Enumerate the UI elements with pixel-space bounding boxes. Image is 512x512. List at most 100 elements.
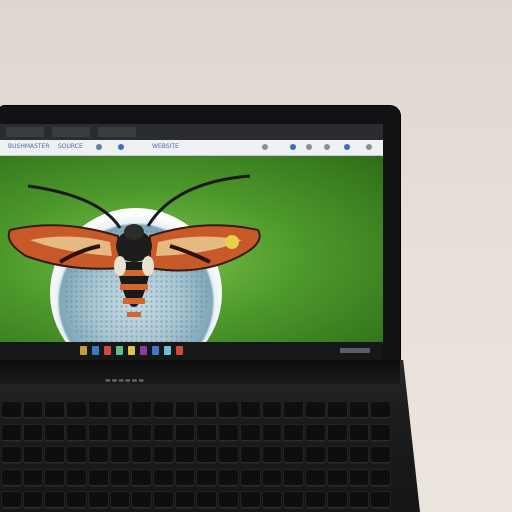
browser-tab[interactable] (52, 127, 90, 137)
keyboard-key[interactable] (327, 424, 347, 441)
keyboard-key[interactable] (219, 469, 238, 486)
keyboard-key[interactable] (23, 424, 43, 441)
keyboard-key[interactable] (154, 402, 173, 418)
keyboard-key[interactable] (219, 402, 238, 418)
taskbar-app-icon[interactable] (128, 346, 135, 355)
keyboard-key[interactable] (327, 447, 347, 464)
taskbar-app-icon[interactable] (176, 346, 183, 355)
keyboard-key[interactable] (175, 447, 195, 464)
keyboard-key[interactable] (306, 424, 325, 441)
keyboard-key[interactable] (23, 447, 43, 464)
keyboard-key[interactable] (349, 447, 369, 464)
keyboard-key[interactable] (284, 402, 304, 418)
keyboard-key[interactable] (219, 447, 238, 464)
address-bar-text[interactable]: WEBSITE (152, 142, 179, 152)
browser-tab[interactable] (98, 127, 136, 137)
keyboard-key[interactable] (306, 469, 325, 486)
keyboard-key[interactable] (2, 402, 21, 418)
keyboard-key[interactable] (110, 424, 130, 441)
keyboard-key[interactable] (154, 492, 173, 509)
keyboard-key[interactable] (219, 492, 238, 509)
keyboard-key[interactable] (110, 492, 130, 509)
keyboard-key[interactable] (45, 447, 65, 464)
keyboard-key[interactable] (45, 469, 65, 486)
settings-icon[interactable] (262, 144, 268, 150)
keyboard-key[interactable] (306, 492, 325, 509)
keyboard-key[interactable] (67, 402, 86, 418)
keyboard-key[interactable] (154, 469, 173, 486)
keyboard-key[interactable] (154, 447, 173, 464)
bookmark-text[interactable]: SOURCE (58, 142, 83, 152)
keyboard-key[interactable] (371, 492, 390, 509)
keyboard-key[interactable] (132, 402, 152, 418)
keyboard-key[interactable] (284, 447, 304, 464)
keyboard-key[interactable] (45, 402, 65, 418)
keyboard-key[interactable] (284, 469, 304, 486)
keyboard-key[interactable] (67, 492, 86, 509)
browser-tab[interactable] (6, 127, 44, 137)
keyboard-key[interactable] (240, 402, 260, 418)
taskbar-app-icon[interactable] (152, 346, 159, 355)
keyboard-key[interactable] (284, 424, 304, 441)
user-icon[interactable] (290, 144, 296, 150)
keyboard-key[interactable] (262, 424, 282, 441)
keyboard-key[interactable] (197, 402, 217, 418)
keyboard-key[interactable] (67, 424, 86, 441)
keyboard-key[interactable] (262, 447, 282, 464)
keyboard-key[interactable] (88, 447, 108, 464)
keyboard-key[interactable] (132, 469, 152, 486)
keyboard-key[interactable] (306, 402, 325, 418)
keyboard-key[interactable] (219, 424, 238, 441)
keyboard-key[interactable] (284, 492, 304, 509)
keyboard-key[interactable] (45, 492, 65, 509)
keyboard-key[interactable] (327, 402, 347, 418)
keyboard-key[interactable] (2, 492, 21, 509)
taskbar-app-icon[interactable] (104, 346, 111, 355)
keyboard-key[interactable] (154, 424, 173, 441)
keyboard-key[interactable] (197, 447, 217, 464)
extension-icon[interactable] (324, 144, 330, 150)
keyboard-key[interactable] (23, 469, 43, 486)
keyboard-key[interactable] (67, 469, 86, 486)
profile-icon[interactable] (344, 144, 350, 150)
keyboard-key[interactable] (175, 402, 195, 418)
keyboard-key[interactable] (240, 424, 260, 441)
keyboard-key[interactable] (2, 469, 21, 486)
keyboard-key[interactable] (197, 469, 217, 486)
keyboard-key[interactable] (371, 447, 390, 464)
keyboard-key[interactable] (349, 469, 369, 486)
keyboard-key[interactable] (306, 447, 325, 464)
keyboard-key[interactable] (175, 424, 195, 441)
menu-icon[interactable] (306, 144, 312, 150)
keyboard-key[interactable] (175, 469, 195, 486)
keyboard-key[interactable] (110, 447, 130, 464)
keyboard-key[interactable] (2, 447, 21, 464)
bookmark-text[interactable]: BUSHMASTER (8, 142, 50, 152)
keyboard-key[interactable] (23, 402, 43, 418)
more-icon[interactable] (366, 144, 372, 150)
keyboard-key[interactable] (23, 492, 43, 509)
keyboard-key[interactable] (240, 469, 260, 486)
keyboard-key[interactable] (88, 424, 108, 441)
keyboard-key[interactable] (240, 492, 260, 509)
taskbar-app-icon[interactable] (116, 346, 123, 355)
taskbar-app-icon[interactable] (140, 346, 147, 355)
search-icon[interactable] (118, 144, 124, 150)
keyboard-key[interactable] (132, 447, 152, 464)
keyboard-key[interactable] (327, 492, 347, 509)
keyboard-key[interactable] (88, 469, 108, 486)
taskbar-app-icon[interactable] (164, 346, 171, 355)
browser-back-icon[interactable] (96, 144, 102, 150)
keyboard-key[interactable] (45, 424, 65, 441)
keyboard-key[interactable] (2, 424, 21, 441)
keyboard-key[interactable] (262, 492, 282, 509)
system-tray[interactable] (340, 348, 370, 353)
keyboard-key[interactable] (371, 402, 390, 418)
keyboard-key[interactable] (175, 492, 195, 509)
keyboard-key[interactable] (132, 424, 152, 441)
keyboard-key[interactable] (371, 469, 390, 486)
keyboard-key[interactable] (262, 402, 282, 418)
keyboard-key[interactable] (349, 492, 369, 509)
keyboard-key[interactable] (262, 469, 282, 486)
keyboard-key[interactable] (67, 447, 86, 464)
